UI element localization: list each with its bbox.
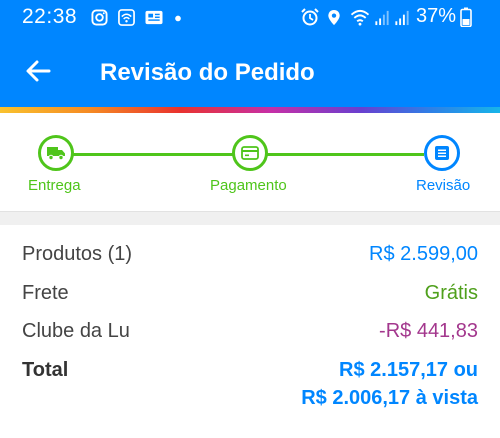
order-summary: Produtos (1) R$ 2.599,00 Frete Grátis Cl… [0, 225, 500, 438]
step-review-label: Revisão [416, 177, 471, 194]
page-title: Revisão do Pedido [100, 59, 315, 86]
step-delivery-label: Entrega [28, 177, 81, 194]
signal-icon [375, 10, 389, 26]
card-icon [241, 146, 259, 160]
battery-percentage: 37% [416, 5, 457, 27]
section-divider [0, 211, 500, 225]
wifi-icon [350, 9, 370, 26]
summary-row-total: Total R$ 2.157,17 ou R$ 2.006,17 à vista [22, 359, 478, 419]
step-delivery[interactable] [38, 135, 74, 171]
checkout-stepper: Entrega Pagamento Revisão [0, 113, 500, 211]
shipping-value: Grátis [424, 282, 478, 304]
arrow-back-icon[interactable] [24, 57, 52, 85]
total-value-cash: R$ 2.006,17 à vista [301, 387, 478, 409]
total-value-installments: R$ 2.157,17 ou [339, 359, 478, 381]
wifi-calling-icon [118, 9, 135, 26]
instagram-icon [91, 9, 108, 26]
club-value: -R$ 441,83 [379, 320, 478, 342]
shipping-label: Frete [22, 282, 69, 304]
app-bar: Revisão do Pedido [0, 34, 500, 107]
products-value: R$ 2.599,00 [369, 243, 478, 265]
step-payment-label: Pagamento [210, 177, 287, 194]
location-icon [328, 9, 340, 26]
total-label: Total [22, 359, 69, 381]
step-review[interactable] [424, 135, 460, 171]
list-icon [435, 146, 449, 160]
club-label: Clube da Lu [22, 320, 130, 342]
alarm-icon [301, 8, 319, 26]
step-payment[interactable] [232, 135, 268, 171]
status-bar: 22:38 37% [0, 0, 500, 34]
signal-icon [395, 10, 409, 26]
status-time: 22:38 [22, 5, 78, 28]
products-label: Produtos (1) [22, 243, 133, 265]
news-icon [145, 10, 163, 25]
truck-icon [47, 147, 65, 161]
battery-icon [460, 7, 472, 27]
dot-icon [175, 15, 181, 22]
